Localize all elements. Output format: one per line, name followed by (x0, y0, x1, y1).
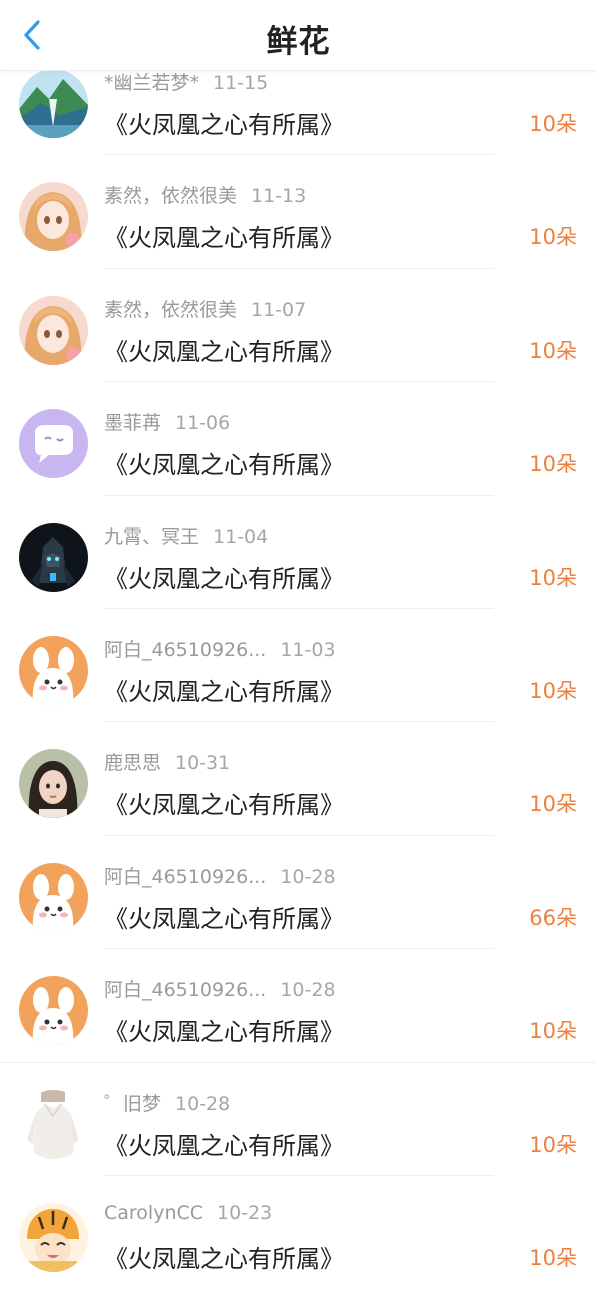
sender-meta: *幽兰若梦* 11-15 (104, 68, 268, 95)
gift-date: 11-03 (280, 638, 336, 661)
sender-meta: 九霄、冥王 11-04 (104, 522, 268, 549)
list-item[interactable]: 素然，依然很美 11-13 《火凤凰之心有所属》 10朵 (0, 155, 597, 269)
chat-bubble-avatar[interactable] (19, 409, 88, 479)
anime-girl-avatar[interactable] (19, 295, 88, 365)
sender-meta: 墨菲苒 11-06 (104, 408, 230, 435)
gift-date: 10-28 (280, 865, 336, 888)
book-title[interactable]: 《火凤凰之心有所属》 (104, 785, 344, 820)
list-item[interactable]: 鹿思思 10-31 《火凤凰之心有所属》 10朵 (0, 722, 597, 836)
landscape-avatar[interactable] (19, 69, 88, 138)
book-title[interactable]: 《火凤凰之心有所属》 (104, 445, 344, 480)
list-item[interactable]: 墨菲苒 11-06 《火凤凰之心有所属》 10朵 (0, 382, 597, 496)
mecha-avatar[interactable] (19, 522, 88, 592)
book-title[interactable]: 《火凤凰之心有所属》 (104, 1126, 344, 1161)
book-title[interactable]: 《火凤凰之心有所属》 (104, 1012, 344, 1047)
sender-name[interactable]: 鹿思思 (104, 752, 161, 774)
top-bar: 鲜花 (0, 0, 597, 71)
gift-date: 10-23 (217, 1201, 273, 1224)
flower-list: *幽兰若梦* 11-15 《火凤凰之心有所属》 10朵 素然，依然很美 11-13 … (0, 42, 597, 1289)
sender-name[interactable]: 墨菲苒 (104, 412, 161, 434)
flower-count: 10朵 (529, 452, 577, 477)
sender-meta: 鹿思思 10-31 (104, 748, 230, 775)
flower-count: 10朵 (529, 112, 577, 136)
flower-count: 10朵 (529, 1019, 577, 1044)
sender-meta: 素然，依然很美 11-07 (104, 295, 306, 322)
sender-meta: CarolynCC 10-23 (104, 1202, 272, 1224)
sender-name[interactable]: ゜旧梦 (104, 1093, 161, 1115)
flower-count: 10朵 (529, 678, 577, 703)
gift-date: 11-04 (213, 525, 269, 548)
book-title[interactable]: 《火凤凰之心有所属》 (104, 1239, 344, 1274)
bunny-avatar[interactable] (19, 862, 88, 932)
list-item[interactable]: 阿白_46510926... 10-28 《火凤凰之心有所属》 10朵 (0, 949, 597, 1063)
list-item[interactable]: CarolynCC 10-23 《火凤凰之心有所属》 10朵 (0, 1176, 597, 1289)
page-title: 鲜花 (266, 24, 331, 60)
book-title[interactable]: 《火凤凰之心有所属》 (104, 899, 344, 934)
sender-meta: 阿白_46510926... 10-28 (104, 862, 336, 889)
list-item[interactable]: ゜旧梦 10-28 《火凤凰之心有所属》 10朵 (0, 1063, 597, 1176)
list-item[interactable]: 阿白_46510926... 11-03 《火凤凰之心有所属》 10朵 (0, 609, 597, 723)
list-item[interactable]: 九霄、冥王 11-04 《火凤凰之心有所属》 10朵 (0, 496, 597, 609)
gift-date: 10-31 (175, 752, 231, 775)
flower-count: 10朵 (529, 1132, 577, 1157)
white-shirt-avatar[interactable] (19, 1089, 88, 1159)
photo-girl-avatar[interactable] (19, 749, 88, 819)
gift-date: 11-07 (251, 298, 307, 321)
tiger-hat-avatar[interactable] (19, 1202, 88, 1272)
flower-count: 10朵 (529, 565, 577, 590)
book-title[interactable]: 《火凤凰之心有所属》 (104, 332, 344, 367)
list-item[interactable]: 阿白_46510926... 10-28 《火凤凰之心有所属》 66朵 (0, 836, 597, 950)
sender-name[interactable]: 九霄、冥王 (104, 526, 199, 548)
sender-name[interactable]: 阿白_46510926... (104, 866, 266, 888)
book-title[interactable]: 《火凤凰之心有所属》 (104, 559, 344, 594)
flower-count: 66朵 (529, 905, 577, 930)
sender-name[interactable]: 素然，依然很美 (104, 185, 237, 207)
sender-name[interactable]: 阿白_46510926... (104, 639, 266, 661)
list-item[interactable]: 素然，依然很美 11-07 《火凤凰之心有所属》 10朵 (0, 269, 597, 383)
gift-date: 11-06 (175, 412, 231, 435)
bunny-avatar[interactable] (19, 635, 88, 705)
flower-count: 10朵 (529, 1245, 577, 1270)
book-title[interactable]: 《火凤凰之心有所属》 (104, 105, 344, 140)
bunny-avatar[interactable] (19, 976, 88, 1046)
gift-date: 10-28 (175, 1092, 231, 1115)
gift-date: 11-15 (213, 72, 269, 94)
sender-name[interactable]: 阿白_46510926... (104, 979, 266, 1001)
sender-name[interactable]: 素然，依然很美 (104, 299, 237, 321)
flower-count: 10朵 (529, 792, 577, 817)
book-title[interactable]: 《火凤凰之心有所属》 (104, 218, 344, 253)
sender-meta: 阿白_46510926... 10-28 (104, 975, 336, 1002)
sender-name[interactable]: *幽兰若梦* (104, 72, 199, 94)
sender-meta: 素然，依然很美 11-13 (104, 181, 306, 208)
sender-meta: 阿白_46510926... 11-03 (104, 635, 336, 662)
anime-girl-avatar[interactable] (19, 182, 88, 252)
flower-count: 10朵 (529, 338, 577, 363)
sender-name[interactable]: CarolynCC (104, 1202, 203, 1224)
flower-count: 10朵 (529, 225, 577, 250)
book-title[interactable]: 《火凤凰之心有所属》 (104, 672, 344, 707)
gift-date: 10-28 (280, 979, 336, 1002)
gift-date: 11-13 (251, 185, 307, 208)
sender-meta: ゜旧梦 10-28 (104, 1089, 230, 1116)
